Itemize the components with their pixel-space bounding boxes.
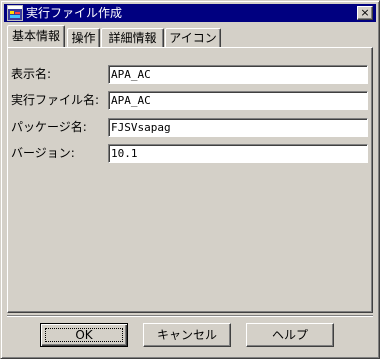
tab-strip: 基本情報 操作 詳細情報 アイコン — [7, 25, 373, 47]
close-icon: × — [360, 6, 370, 19]
tab-basic-info[interactable]: 基本情報 — [7, 25, 65, 47]
tab-details[interactable]: 詳細情報 — [101, 28, 164, 47]
package-name-label: パッケージ名: — [11, 120, 87, 134]
basic-info-panel: 表示名: 実行ファイル名: パッケージ名: バージョン: — [7, 47, 373, 313]
window-title: 実行ファイル作成 — [26, 6, 123, 20]
tab-operation[interactable]: 操作 — [67, 28, 100, 47]
dialog-window: 実行ファイル作成 × 基本情報 操作 詳細情報 アイコン 表示名: 実行ファイル… — [0, 0, 380, 359]
tab-icon[interactable]: アイコン — [165, 28, 221, 47]
ok-button[interactable]: OK — [40, 323, 128, 347]
close-button[interactable]: × — [357, 6, 373, 20]
exec-file-name-label: 実行ファイル名: — [11, 93, 100, 107]
help-button[interactable]: ヘルプ — [246, 323, 334, 347]
exec-file-name-field[interactable] — [108, 91, 368, 110]
version-field[interactable] — [108, 144, 368, 163]
tab-label: 基本情報 — [11, 29, 60, 43]
package-name-field[interactable] — [108, 118, 368, 137]
tab-label: 操作 — [71, 31, 96, 45]
app-window-icon[interactable] — [7, 5, 23, 21]
tab-label: 詳細情報 — [108, 31, 157, 45]
display-name-label: 表示名: — [11, 67, 52, 81]
display-name-field[interactable] — [108, 65, 368, 84]
tab-label: アイコン — [169, 31, 217, 45]
title-bar[interactable]: 実行ファイル作成 × — [4, 4, 376, 22]
button-separator — [7, 315, 373, 317]
version-label: バージョン: — [11, 146, 75, 160]
cancel-button[interactable]: キャンセル — [143, 323, 231, 347]
